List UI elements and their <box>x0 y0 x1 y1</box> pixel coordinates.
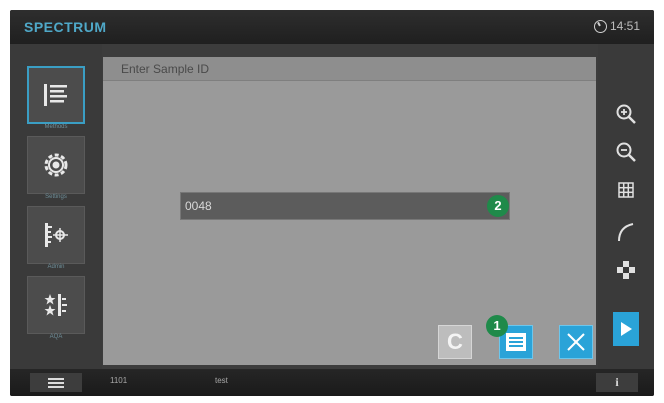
settings-gear-icon <box>44 153 68 177</box>
sidebar: Methods Settings Admin AQA <box>10 44 102 369</box>
sidebar-tile-admin[interactable] <box>27 206 85 264</box>
top-bar: SPECTRUM 14:51 <box>10 10 654 44</box>
status-user: test <box>215 376 228 385</box>
zoom-out-button[interactable] <box>614 140 638 164</box>
dialog-title-bar: Enter Sample ID <box>103 57 596 81</box>
sidebar-tile-aqa[interactable] <box>27 276 85 334</box>
play-icon <box>621 322 632 336</box>
sidebar-item-label: AQA <box>49 334 63 340</box>
callout-badge-2: 2 <box>487 195 509 217</box>
methods-list-icon <box>44 84 67 106</box>
sidebar-item-label: Admin <box>47 264 65 270</box>
brand-logo: SPECTRUM <box>24 19 107 35</box>
sidebar-tile-methods[interactable] <box>27 66 85 124</box>
menu-button[interactable] <box>30 373 82 392</box>
aqa-stars-icon <box>44 294 67 316</box>
pattern-icon <box>617 261 635 279</box>
sidebar-item-methods[interactable]: Methods <box>27 66 87 136</box>
grid-button[interactable] <box>614 178 638 202</box>
right-toolbar <box>598 44 654 369</box>
save-icon <box>506 333 526 351</box>
sidebar-tile-settings[interactable] <box>27 136 85 194</box>
callout-badge-1: 1 <box>486 315 508 337</box>
zoom-out-icon <box>616 142 636 162</box>
sidebar-item-admin[interactable]: Admin <box>27 206 87 276</box>
sidebar-item-label: Settings <box>45 194 67 200</box>
sample-id-input[interactable]: 0048 <box>180 192 510 220</box>
sample-id-dialog: Enter Sample ID 0048 2 C 1 <box>103 57 596 365</box>
sidebar-item-settings[interactable]: Settings <box>27 136 87 206</box>
clear-button[interactable]: C <box>438 325 472 359</box>
info-button[interactable]: i <box>596 373 638 392</box>
sidebar-item-label: Methods <box>44 124 68 130</box>
close-button[interactable] <box>559 325 593 359</box>
status-bar: 1101 test i <box>10 369 654 396</box>
clock-icon <box>593 19 607 33</box>
sidebar-item-aqa[interactable]: AQA <box>27 276 87 346</box>
device-frame: SPECTRUM 14:51 Methods Settings Admin AQ… <box>10 10 654 396</box>
zoom-in-button[interactable] <box>614 102 638 126</box>
curve-icon <box>618 223 634 242</box>
clock-time: 14:51 <box>609 19 640 33</box>
admin-ruler-icon <box>45 223 68 247</box>
clock: 14:51 <box>593 19 640 33</box>
grid-icon <box>618 182 634 198</box>
play-button[interactable] <box>613 312 639 346</box>
curve-button[interactable] <box>614 220 638 244</box>
hamburger-menu-icon <box>48 377 64 388</box>
status-code: 1101 <box>110 376 128 385</box>
pattern-button[interactable] <box>614 258 638 282</box>
close-icon <box>567 333 585 351</box>
dialog-title: Enter Sample ID <box>121 62 210 76</box>
zoom-in-icon <box>616 104 636 124</box>
